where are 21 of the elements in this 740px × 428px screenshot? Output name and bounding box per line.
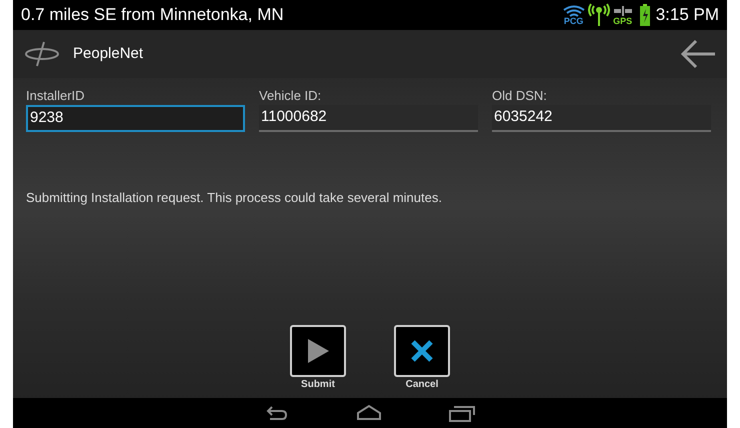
play-icon [306, 338, 330, 364]
home-icon[interactable] [356, 403, 384, 423]
status-message: Submitting Installation request. This process could take several minutes. [26, 189, 443, 207]
close-icon [410, 339, 434, 363]
recents-icon[interactable] [448, 403, 476, 423]
antenna-signal-icon [588, 3, 610, 27]
play-button[interactable] [290, 325, 346, 377]
field-label: Old DSN: [492, 87, 548, 105]
text-field[interactable]: 11000682 [259, 105, 478, 132]
location-text: 0.7 miles SE from Minnetonka, MN [21, 4, 284, 26]
text-field[interactable]: 9238 [26, 105, 245, 132]
battery-charging-icon [640, 4, 650, 26]
field-label: Vehicle ID: [259, 87, 322, 105]
app-title: PeopleNet [73, 44, 144, 64]
logo-icon [23, 39, 61, 69]
text-field[interactable]: 6035242 [492, 105, 711, 132]
field-label: InstallerID [26, 87, 86, 105]
cancel-button[interactable] [394, 325, 450, 377]
button-label: Submit [301, 378, 335, 392]
clock-time: 3:15 PM [656, 4, 719, 26]
button-label: Cancel [406, 378, 438, 392]
